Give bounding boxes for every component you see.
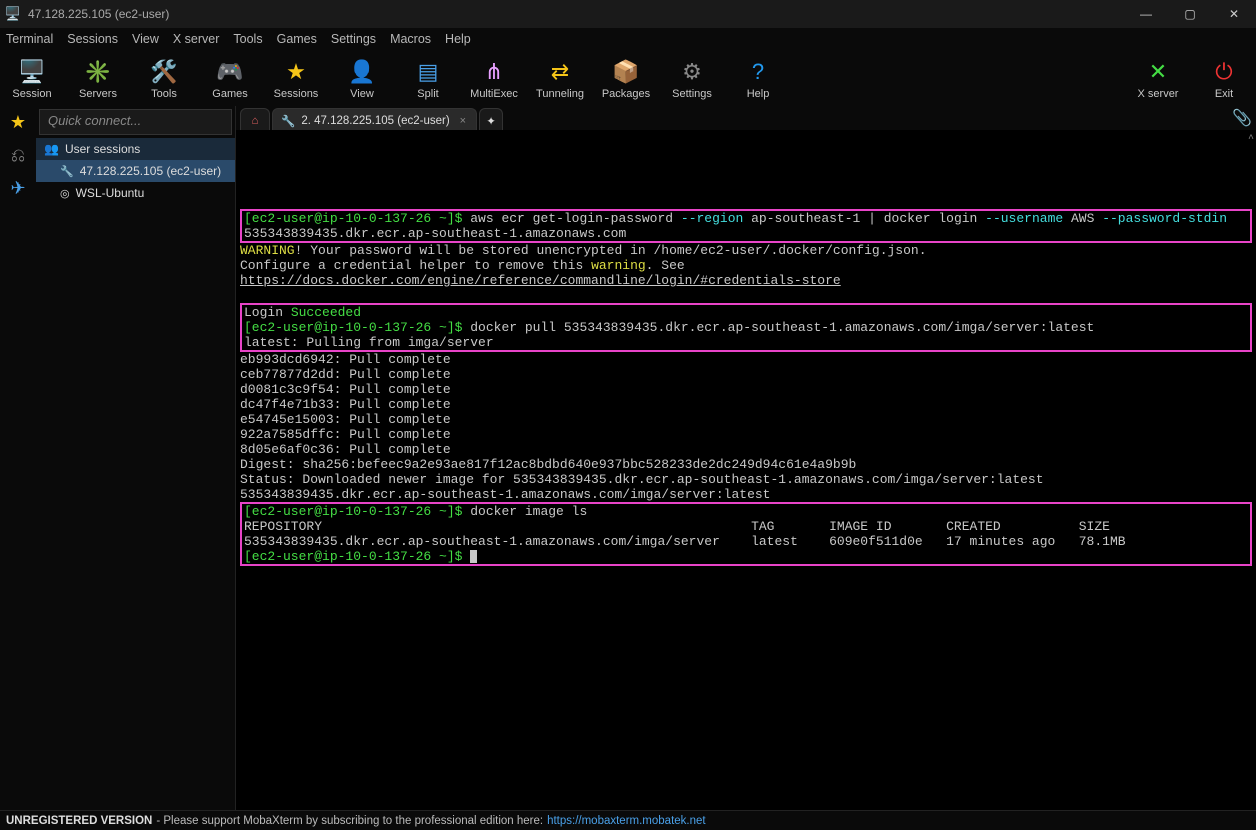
tool-help[interactable]: ? Help — [734, 58, 782, 100]
menu-macros[interactable]: Macros — [390, 32, 431, 46]
status-bar: UNREGISTERED VERSION - Please support Mo… — [0, 810, 1256, 830]
app-icon: 🖥️ — [4, 5, 22, 23]
maximize-button[interactable]: ▢ — [1168, 0, 1212, 28]
tool-split[interactable]: ▤ Split — [404, 58, 452, 100]
send-icon[interactable]: ✈ — [10, 178, 25, 199]
sessions-header-label: User sessions — [65, 142, 140, 156]
tool-packages[interactable]: 📦 Packages — [602, 58, 650, 100]
sessions-header[interactable]: 👥 User sessions — [36, 138, 235, 160]
highlight-box-3: [ec2-user@ip-10-0-137-26 ~]$ docker imag… — [240, 502, 1252, 566]
highlight-box-2: Login Succeeded [ec2-user@ip-10-0-137-26… — [240, 303, 1252, 352]
tool-settings[interactable]: ⚙ Settings — [668, 58, 716, 100]
tool-tunneling[interactable]: ⇄ Tunneling — [536, 58, 584, 100]
x-server-icon: ✕ — [1149, 58, 1167, 86]
tool-label: Packages — [602, 88, 650, 100]
tab-session[interactable]: 🔧 2. 47.128.225.105 (ec2-user) × — [272, 108, 477, 130]
servers-icon: ✳️ — [84, 58, 111, 86]
menu-help[interactable]: Help — [445, 32, 471, 46]
toolbar: 🖥️ Session ✳️ Servers 🛠️ Tools 🎮 Games ★ Sessions… — [0, 50, 1256, 106]
minimize-button[interactable]: — — [1124, 0, 1168, 28]
sessions-icon: ★ — [286, 58, 306, 86]
menubar: Terminal Sessions View X server Tools Games Se… — [0, 28, 1256, 50]
star-icon[interactable]: ★ — [10, 112, 26, 133]
titlebar: 🖥️ 47.128.225.105 (ec2-user) — ▢ ✕ — [0, 0, 1256, 28]
status-link[interactable]: https://mobaxterm.mobatek.net — [547, 815, 706, 827]
tool-servers[interactable]: ✳️ Servers — [74, 58, 122, 100]
close-button[interactable]: ✕ — [1212, 0, 1256, 28]
status-text: - Please support MobaXterm by subscribin… — [156, 815, 543, 827]
tools-icon: 🛠️ — [150, 58, 177, 86]
content-area: ⌂ 🔧 2. 47.128.225.105 (ec2-user) × ✦ 📎 ^… — [236, 106, 1256, 810]
tab-new[interactable]: ✦ — [479, 108, 503, 130]
highlight-box-1: [ec2-user@ip-10-0-137-26 ~]$ aws ecr get… — [240, 209, 1252, 243]
tool-label: Sessions — [274, 88, 319, 100]
games-icon: 🎮 — [216, 58, 243, 86]
tool-session[interactable]: 🖥️ Session — [8, 58, 56, 100]
tool-label: Help — [747, 88, 770, 100]
menu-view[interactable]: View — [132, 32, 159, 46]
folder-icon: 👥 — [44, 142, 59, 156]
packages-icon: 📦 — [612, 58, 639, 86]
tool-label: X server — [1138, 88, 1179, 100]
tool-label: Session — [12, 88, 51, 100]
tool-view[interactable]: 👤 View — [338, 58, 386, 100]
tool-multiexec[interactable]: ⋔ MultiExec — [470, 58, 518, 100]
tool-label: Exit — [1215, 88, 1233, 100]
menu-x-server[interactable]: X server — [173, 32, 220, 46]
paperclip-icon[interactable]: 📎 — [1232, 108, 1252, 128]
tool-exit[interactable]: ⏻ Exit — [1200, 58, 1248, 100]
terminal[interactable]: ^ 1 [ec2-user@ip-10-0-137-26 ~]$ aws ecr… — [236, 130, 1256, 810]
split-icon: ▤ — [418, 58, 439, 86]
session-icon: 🖥️ — [18, 58, 45, 86]
tool-games[interactable]: 🎮 Games — [206, 58, 254, 100]
terminal-icon: 🔧 — [281, 114, 295, 128]
multiexec-icon: ⋔ — [485, 58, 503, 86]
session-label: WSL-Ubuntu — [76, 186, 145, 200]
session-item[interactable]: ◎ WSL-Ubuntu — [36, 182, 235, 204]
view-icon: 👤 — [348, 58, 375, 86]
tab-label: 2. 47.128.225.105 (ec2-user) — [301, 115, 449, 127]
tool-x-server[interactable]: ✕ X server — [1134, 58, 1182, 100]
exit-icon: ⏻ — [1215, 58, 1232, 86]
quick-connect-input[interactable]: Quick connect... — [39, 109, 232, 135]
tab-close-icon[interactable]: × — [460, 115, 466, 127]
tool-label: Games — [212, 88, 247, 100]
side-panel: Quick connect... 👥 User sessions 🔧 47.128… — [36, 106, 236, 810]
home-icon: ⌂ — [252, 115, 259, 127]
tool-tools[interactable]: 🛠️ Tools — [140, 58, 188, 100]
status-version: UNREGISTERED VERSION — [6, 815, 152, 827]
session-icon: ◎ — [60, 187, 70, 200]
tool-label: Split — [417, 88, 438, 100]
tool-label: View — [350, 88, 374, 100]
menu-settings[interactable]: Settings — [331, 32, 376, 46]
session-item[interactable]: 🔧 47.128.225.105 (ec2-user) — [36, 160, 235, 182]
tool-label: Servers — [79, 88, 117, 100]
settings-icon: ⚙ — [682, 58, 702, 86]
scroll-up-icon[interactable]: ^ — [1248, 132, 1254, 147]
help-icon: ? — [752, 58, 764, 86]
tool-label: Tools — [151, 88, 177, 100]
arrow-icon[interactable]: ⎌ — [11, 145, 25, 166]
tool-label: Settings — [672, 88, 712, 100]
window-title: 47.128.225.105 (ec2-user) — [28, 7, 169, 21]
cursor — [470, 550, 477, 563]
menu-terminal[interactable]: Terminal — [6, 32, 53, 46]
menu-tools[interactable]: Tools — [233, 32, 262, 46]
tunneling-icon: ⇄ — [551, 58, 569, 86]
session-label: 47.128.225.105 (ec2-user) — [80, 164, 221, 178]
menu-sessions[interactable]: Sessions — [67, 32, 118, 46]
tool-label: Tunneling — [536, 88, 584, 100]
session-icon: 🔧 — [60, 165, 74, 178]
menu-games[interactable]: Games — [277, 32, 317, 46]
tool-label: MultiExec — [470, 88, 518, 100]
tab-home[interactable]: ⌂ — [240, 108, 270, 130]
left-rail: ★ ⎌ ✈ — [0, 106, 36, 810]
tool-sessions[interactable]: ★ Sessions — [272, 58, 320, 100]
tab-bar: ⌂ 🔧 2. 47.128.225.105 (ec2-user) × ✦ 📎 — [236, 106, 1256, 130]
